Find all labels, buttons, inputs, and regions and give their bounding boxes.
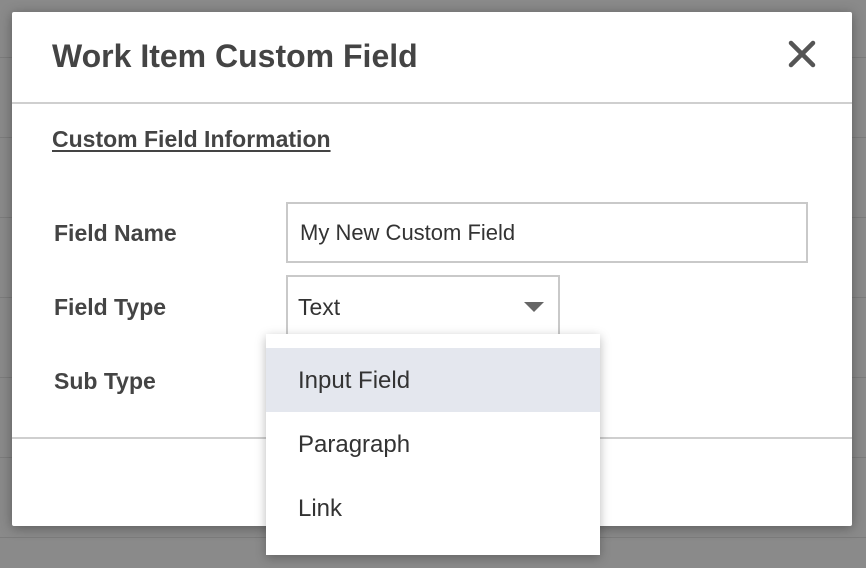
dropdown-item-label: Link [298, 495, 343, 522]
dropdown-item-link[interactable]: Link [266, 476, 600, 540]
close-button[interactable] [788, 40, 816, 68]
dropdown-item-label: Paragraph [298, 431, 411, 458]
field-type-value: Text [298, 294, 341, 320]
caret-down-icon [524, 302, 544, 312]
close-icon[interactable] [788, 40, 816, 68]
dropdown-item-paragraph[interactable]: Paragraph [266, 412, 600, 476]
modal-title: Work Item Custom Field [52, 38, 418, 74]
modal-header: Work Item Custom Field [12, 12, 852, 104]
dropdown-item-label: Input Field [298, 367, 411, 394]
field-name-input[interactable] [286, 202, 808, 263]
field-type-label: Field Type [54, 294, 167, 320]
field-type-select[interactable]: Text [286, 275, 560, 337]
sub-type-dropdown-menu: Input Field Paragraph Link [266, 334, 600, 555]
sub-type-label: Sub Type [54, 368, 156, 394]
dropdown-item-input-field[interactable]: Input Field [266, 348, 600, 412]
field-name-label: Field Name [54, 220, 177, 246]
section-title: Custom Field Information [52, 126, 331, 152]
